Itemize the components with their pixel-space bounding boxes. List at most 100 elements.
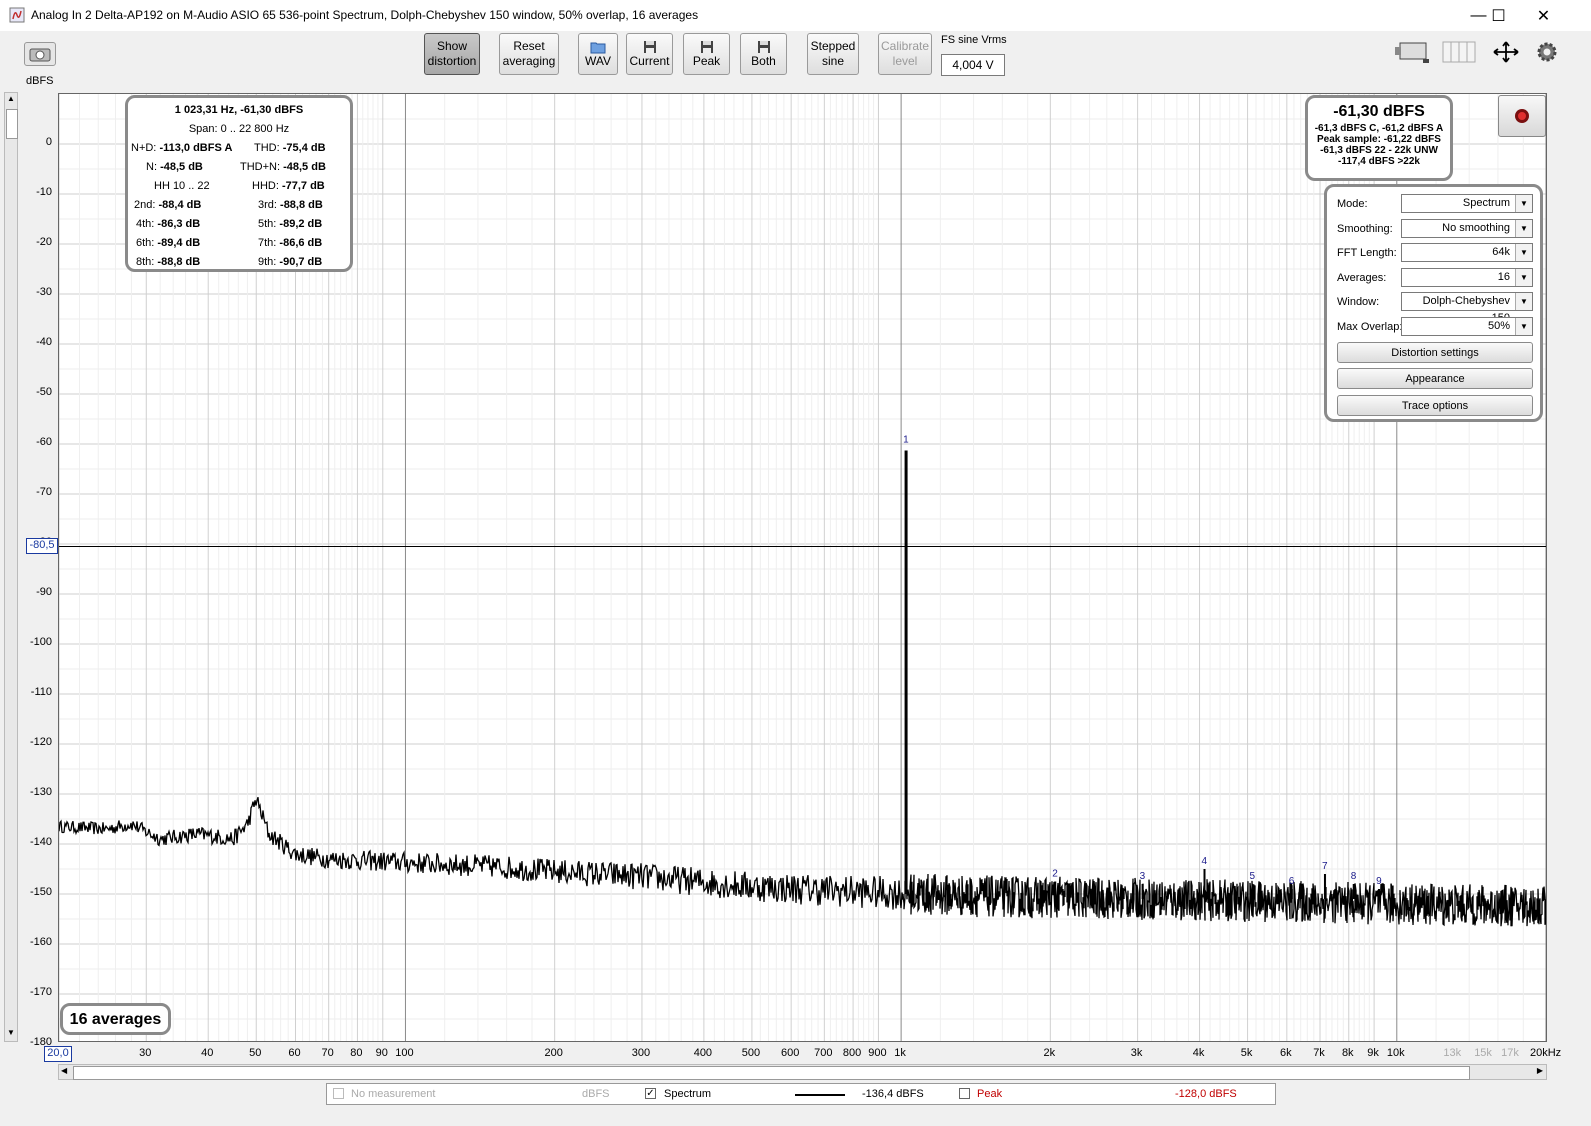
x-axis-end-label: 20kHz [1530, 1047, 1562, 1059]
pan-zoom-arrows-icon[interactable] [1488, 40, 1524, 64]
x-tick-label: 100 [395, 1047, 414, 1059]
h2-value: -88,4 dB [158, 199, 202, 211]
show-distortion-label-2: distortion [427, 54, 477, 68]
nd-value: -113,0 dBFS A [159, 142, 233, 154]
scroll-right-arrow-icon[interactable]: ▶ [1537, 1066, 1543, 1075]
close-button[interactable]: ✕ [1521, 0, 1566, 31]
h3-label: 3rd: [258, 199, 277, 211]
reset-averaging-label-2: averaging [502, 54, 556, 68]
h4-value: -86,3 dB [157, 218, 201, 230]
hh-range-label: HH 10 .. 22 [154, 180, 210, 192]
y-tick-label: -170 [29, 986, 52, 998]
mode-select[interactable]: Spectrum ▼ [1401, 194, 1533, 213]
x-tick-label: 500 [741, 1047, 761, 1059]
distortion-settings-button[interactable]: Distortion settings [1337, 342, 1533, 363]
averages-select[interactable]: 16 ▼ [1401, 268, 1533, 287]
gear-icon[interactable] [1535, 40, 1559, 64]
chevron-down-icon[interactable]: ▼ [1515, 220, 1532, 237]
h7-value: -86,6 dB [279, 237, 323, 249]
trace-options-button[interactable]: Trace options [1337, 395, 1533, 416]
record-button[interactable] [1498, 95, 1546, 137]
scroll-up-arrow-icon[interactable]: ▲ [6, 94, 16, 106]
level-unweighted: -61,3 dBFS 22 - 22k UNW [1320, 145, 1438, 156]
save-current-button[interactable]: Current [626, 33, 673, 75]
stepped-sine-button[interactable]: Stepped sine [807, 33, 859, 75]
x-tick-label: 13k [1443, 1047, 1462, 1059]
fs-sine-vrms-field[interactable]: 4,004 V [941, 54, 1005, 76]
n-value: -48,5 dB [160, 161, 203, 173]
x-tick-label: 1k [894, 1047, 906, 1059]
vertical-scrollbar[interactable]: ▲ ▼ [4, 92, 18, 1042]
cursor-y-readout: -80,5 [26, 537, 58, 554]
x-tick-label: 700 [814, 1047, 833, 1059]
h9-value: -90,7 dB [279, 256, 323, 268]
calibrate-level-button[interactable]: Calibrate level [878, 33, 932, 75]
maximize-button[interactable]: ☐ [1476, 0, 1521, 31]
h5-label: 5th: [258, 218, 277, 230]
legend-bar: No measurement dBFS ✓ Spectrum -136,4 dB… [326, 1083, 1276, 1105]
save-peak-button[interactable]: Peak [683, 33, 730, 75]
y-tick-label: -50 [36, 386, 52, 398]
x-tick-label: 40 [201, 1047, 214, 1059]
no-measurement-checkbox[interactable] [333, 1088, 344, 1099]
x-tick-label: 80 [350, 1047, 363, 1059]
y-tick-label: -160 [29, 936, 52, 948]
horizontal-scrollbar[interactable]: ◀ ▶ [58, 1064, 1547, 1080]
peak-checkbox[interactable] [959, 1088, 970, 1099]
smoothing-value: No smoothing [1442, 222, 1510, 234]
both-label: Both [751, 53, 776, 68]
chevron-down-icon[interactable]: ▼ [1515, 293, 1532, 310]
horizontal-scroll-thumb[interactable] [73, 1066, 1470, 1080]
chevron-down-icon[interactable]: ▼ [1515, 195, 1532, 212]
y-tick-label: -30 [36, 286, 52, 298]
window-label: Window: [1337, 296, 1380, 308]
x-tick-label: 17k [1501, 1047, 1519, 1059]
x-tick-label: 5k [1240, 1047, 1253, 1059]
fft-length-select[interactable]: 64k ▼ [1401, 243, 1533, 262]
chevron-down-icon[interactable]: ▼ [1515, 318, 1532, 335]
reset-averaging-button[interactable]: Reset averaging [499, 33, 559, 75]
layout-toggle-icon[interactable] [1394, 40, 1430, 64]
hhd-label: HHD: [252, 180, 279, 192]
y-tick-label: -100 [29, 636, 52, 648]
level-weighted-readout: -61,3 dBFS C, -61,2 dBFS A [1314, 123, 1444, 134]
thd-value: -75,4 dB [282, 142, 326, 154]
spectrum-checkbox[interactable]: ✓ [645, 1088, 656, 1099]
window-select[interactable]: Dolph-Chebyshev 150▼ [1401, 292, 1533, 324]
harmonic-label: 3 [1140, 871, 1146, 882]
screenshot-camera-icon[interactable] [24, 42, 56, 66]
h6-value: -89,4 dB [157, 237, 201, 249]
fft-length-value: 64k [1492, 246, 1510, 258]
harmonic-label: 5 [1250, 871, 1256, 882]
distortion-header: 1 023,31 Hz, -61,30 dBFS [174, 104, 304, 116]
h9-label: 9th: [258, 256, 277, 268]
harmonic-label: 7 [1322, 861, 1328, 872]
max-overlap-select[interactable]: 50% ▼ [1401, 317, 1533, 336]
x-tick-label: 30 [139, 1047, 152, 1059]
chevron-down-icon[interactable]: ▼ [1515, 244, 1532, 261]
distortion-span: Span: 0 .. 22 800 Hz [188, 123, 290, 135]
appearance-button[interactable]: Appearance [1337, 368, 1533, 389]
x-tick-label: 900 [868, 1047, 887, 1059]
vertical-scroll-thumb[interactable] [6, 109, 18, 139]
x-tick-label: 400 [693, 1047, 713, 1059]
averages-value: 16 [1497, 271, 1510, 283]
no-measurement-label: No measurement [351, 1088, 436, 1100]
peak-label: Peak [977, 1088, 1003, 1100]
x-tick-label: 50 [249, 1047, 262, 1059]
folder-icon [590, 42, 606, 53]
fs-sine-label: FS sine Vrms [941, 34, 1007, 46]
harmonic-label: 2 [1052, 869, 1058, 880]
wav-button[interactable]: WAV [578, 33, 618, 75]
hhd-value: -77,7 dB [281, 180, 325, 192]
smoothing-select[interactable]: No smoothing ▼ [1401, 219, 1533, 238]
save-both-button[interactable]: Both [740, 33, 787, 75]
scroll-left-arrow-icon[interactable]: ◀ [61, 1066, 67, 1075]
chevron-down-icon[interactable]: ▼ [1515, 269, 1532, 286]
y-tick-label: -130 [29, 786, 52, 798]
columns-view-icon[interactable] [1441, 40, 1477, 64]
fundamental-label: 1 [903, 435, 909, 446]
y-tick-label: -40 [36, 336, 52, 348]
max-overlap-label: Max Overlap: [1337, 321, 1403, 333]
show-distortion-button[interactable]: Show distortion [424, 33, 480, 75]
